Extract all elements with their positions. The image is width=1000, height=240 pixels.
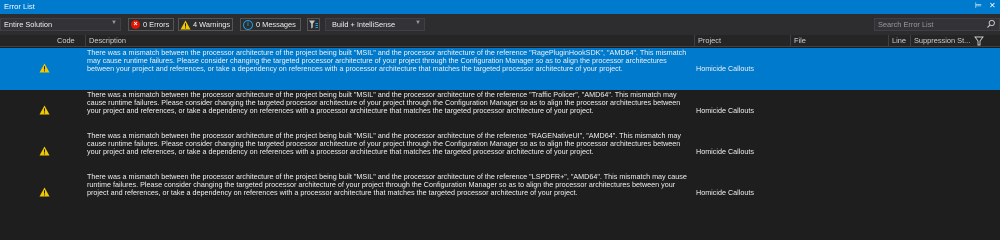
close-icon[interactable]: ✕ [989,1,996,10]
errors-label: 0 Errors [143,20,170,29]
filter-toggle-button[interactable] [307,18,320,31]
column-file[interactable]: File [794,36,806,45]
table-row[interactable]: There was a mismatch between the process… [0,90,1000,132]
row-project: Homicide Callouts [696,106,754,115]
warning-icon [180,20,191,30]
warning-icon [39,105,50,115]
table-row[interactable]: There was a mismatch between the process… [0,48,1000,90]
row-project: Homicide Callouts [696,64,754,73]
column-header: Code Description Project File Line Suppr… [0,35,1000,47]
table-row[interactable]: There was a mismatch between the process… [0,131,1000,173]
messages-label: 0 Messages [256,20,296,29]
column-line[interactable]: Line [892,36,906,45]
chevron-down-icon: ▼ [415,20,421,26]
window-title: Error List [4,2,35,11]
table-row[interactable]: There was a mismatch between the process… [0,172,1000,214]
column-divider[interactable] [910,35,911,47]
column-description[interactable]: Description [89,36,126,45]
search-icon [987,19,995,28]
column-divider[interactable] [694,35,695,47]
warning-icon [39,146,50,156]
error-icon: × [131,20,140,29]
filter-icon [309,20,318,29]
pin-icon[interactable]: ⊨ [975,1,982,10]
row-project: Homicide Callouts [696,147,754,156]
row-description: There was a mismatch between the process… [87,90,681,116]
column-divider[interactable] [85,35,86,47]
scope-label: Entire Solution [4,20,53,29]
column-divider[interactable] [790,35,791,47]
warning-icon [39,63,50,73]
row-description: There was a mismatch between the process… [87,131,682,157]
errors-filter-button[interactable]: × 0 Errors [128,18,174,31]
toolbar: Entire Solution ▼ × 0 Errors 4 Warnings … [0,14,1000,35]
messages-filter-button[interactable]: i 0 Messages [240,18,301,31]
column-suppression-state[interactable]: Suppression St... [914,36,970,45]
title-bar: Error List ⊨ ✕ [0,0,1000,14]
search-placeholder: Search Error List [878,20,934,29]
build-filter-dropdown[interactable]: Build + IntelliSense ▼ [325,18,425,31]
build-filter-label: Build + IntelliSense [332,20,396,29]
chevron-down-icon: ▼ [111,20,117,26]
column-code[interactable]: Code [57,36,75,45]
warning-icon [39,187,50,197]
row-description: There was a mismatch between the process… [87,48,687,74]
filter-icon[interactable] [974,36,984,46]
row-description: There was a mismatch between the process… [87,172,687,198]
info-icon: i [243,20,253,30]
warnings-filter-button[interactable]: 4 Warnings [178,18,233,31]
warnings-label: 4 Warnings [193,20,231,29]
search-input[interactable]: Search Error List [874,18,1000,31]
row-project: Homicide Callouts [696,188,754,197]
column-divider[interactable] [888,35,889,47]
scope-dropdown[interactable]: Entire Solution ▼ [0,18,121,31]
column-project[interactable]: Project [698,36,721,45]
